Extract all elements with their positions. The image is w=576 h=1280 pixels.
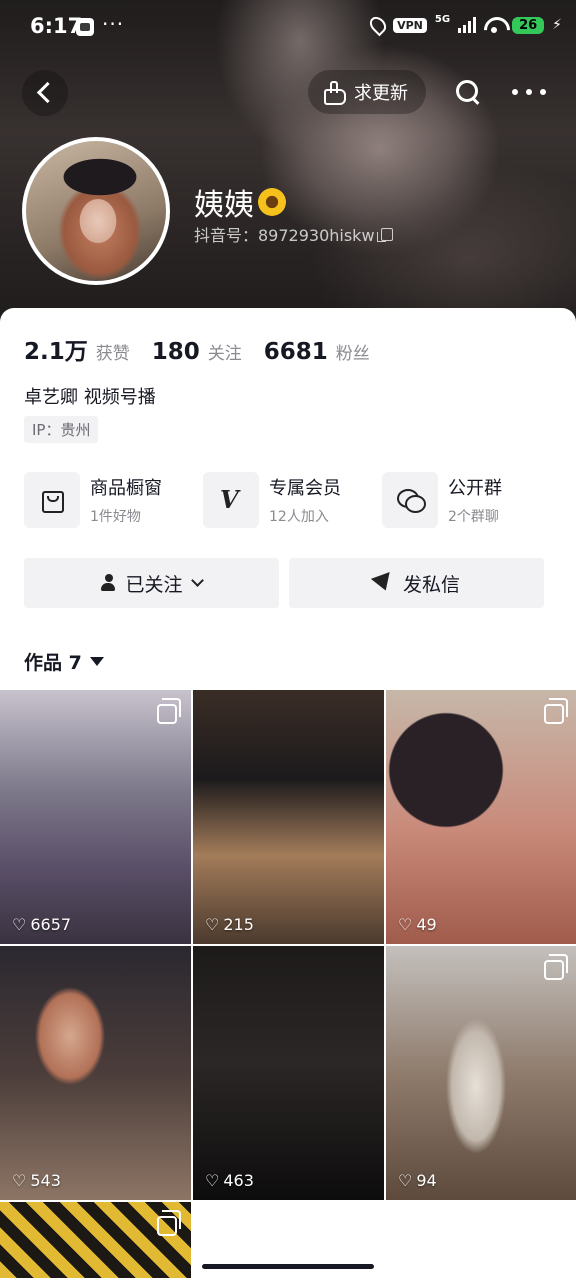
video-tile[interactable]: ♡ 543 bbox=[0, 946, 191, 1200]
stat-likes[interactable]: 2.1万 获赞 bbox=[24, 332, 130, 366]
multi-image-icon bbox=[157, 698, 181, 724]
request-update-label: 求更新 bbox=[354, 83, 408, 104]
group-chat-icon bbox=[382, 472, 438, 528]
send-icon bbox=[370, 572, 396, 594]
more-options-button[interactable] bbox=[512, 80, 546, 104]
feature-shop-window[interactable]: 商品橱窗 1件好物 bbox=[24, 472, 194, 528]
send-message-label: 发私信 bbox=[402, 573, 460, 596]
ip-location-tag: IP：贵州 bbox=[24, 416, 99, 443]
video-tile[interactable]: ♡ 463 bbox=[193, 946, 384, 1200]
feature-subtitle: 1件好物 bbox=[90, 509, 141, 525]
multi-image-icon bbox=[544, 698, 568, 724]
chevron-down-icon bbox=[190, 573, 204, 587]
network-type: 5G bbox=[434, 13, 451, 25]
shopping-bag-icon bbox=[24, 472, 80, 528]
heart-icon: ♡ bbox=[12, 1171, 27, 1190]
stat-num: 6681 bbox=[263, 339, 328, 365]
video-tile[interactable]: ♡ 215 bbox=[193, 690, 384, 944]
request-update-button[interactable]: 求更新 bbox=[308, 70, 426, 114]
location-icon bbox=[366, 13, 390, 37]
charging-icon: ⚡ bbox=[552, 17, 562, 33]
signal-icon bbox=[458, 17, 477, 33]
tile-likes: ♡ 6657 bbox=[12, 915, 71, 934]
douyin-id[interactable]: 抖音号：8972930hiskw bbox=[194, 222, 393, 246]
feature-public-group[interactable]: 公开群 2个群聊 bbox=[382, 472, 552, 528]
profile-bio: 卓艺卿 视频号播 bbox=[24, 387, 156, 408]
tile-likes: ♡ 463 bbox=[205, 1171, 254, 1190]
send-message-button[interactable]: 发私信 bbox=[289, 558, 544, 608]
avatar[interactable] bbox=[22, 137, 170, 285]
feature-membership[interactable]: 专属会员 12人加入 bbox=[203, 472, 373, 528]
stat-followers[interactable]: 6681 粉丝 bbox=[264, 339, 370, 365]
wifi-icon bbox=[484, 17, 504, 33]
video-tile[interactable]: ♡ 94 bbox=[386, 946, 576, 1200]
thumb-hand-icon bbox=[322, 81, 346, 105]
video-tile[interactable]: ♡ 6657 bbox=[0, 690, 191, 944]
stat-following[interactable]: 180 关注 bbox=[152, 339, 242, 365]
status-time: 6:17 bbox=[30, 14, 83, 38]
feature-title: 专属会员 bbox=[269, 478, 341, 499]
profile-name-text: 姨姨 bbox=[194, 188, 254, 223]
tile-likes: ♡ 543 bbox=[12, 1171, 61, 1190]
battery-level: 26 bbox=[512, 16, 545, 34]
stat-label: 关注 bbox=[207, 344, 242, 364]
person-icon bbox=[101, 574, 119, 592]
tile-likes: ♡ 215 bbox=[205, 915, 254, 934]
profile-name: 姨姨 bbox=[194, 180, 286, 224]
heart-icon: ♡ bbox=[398, 915, 413, 934]
action-buttons: 已关注 发私信 bbox=[24, 558, 544, 608]
feature-title: 公开群 bbox=[448, 478, 502, 499]
multi-image-icon bbox=[544, 954, 568, 980]
tile-likes: ♡ 94 bbox=[398, 1171, 437, 1190]
feature-entries: 商品橱窗 1件好物 专属会员 12人加入 公开群 2个群聊 bbox=[24, 472, 552, 528]
notification-app-icon bbox=[76, 18, 94, 36]
stats-row: 2.1万 获赞 180 关注 6681 粉丝 bbox=[24, 332, 370, 366]
status-bar: 6:17 ··· VPN 5G 26 ⚡ bbox=[0, 0, 576, 56]
search-button[interactable] bbox=[452, 76, 484, 108]
feature-title: 商品橱窗 bbox=[90, 478, 162, 499]
heart-icon: ♡ bbox=[12, 915, 27, 934]
like-count: 463 bbox=[223, 1171, 254, 1190]
sunflower-emoji-icon bbox=[258, 188, 286, 216]
stat-label: 粉丝 bbox=[335, 344, 370, 364]
vpn-badge: VPN bbox=[393, 17, 427, 33]
back-button[interactable] bbox=[22, 70, 68, 116]
home-indicator[interactable] bbox=[202, 1264, 374, 1269]
like-count: 543 bbox=[30, 1171, 61, 1190]
caret-down-icon bbox=[89, 657, 104, 666]
tile-likes: ♡ 49 bbox=[398, 915, 437, 934]
works-label: 作品 7 bbox=[24, 652, 82, 674]
followed-button[interactable]: 已关注 bbox=[24, 558, 279, 608]
stat-num: 2.1万 bbox=[24, 339, 88, 365]
like-count: 6657 bbox=[30, 915, 72, 934]
video-tile[interactable]: ♡ 49 bbox=[386, 690, 576, 944]
heart-icon: ♡ bbox=[205, 1171, 220, 1190]
heart-icon: ♡ bbox=[398, 1171, 413, 1190]
status-indicators: VPN 5G 26 ⚡ bbox=[366, 13, 562, 37]
multi-image-icon bbox=[157, 1210, 181, 1236]
stat-num: 180 bbox=[151, 339, 200, 365]
works-tab[interactable]: 作品 7 bbox=[24, 648, 104, 675]
feature-subtitle: 2个群聊 bbox=[448, 509, 499, 525]
heart-icon: ♡ bbox=[205, 915, 220, 934]
v-member-icon bbox=[203, 472, 259, 528]
copy-icon[interactable] bbox=[376, 227, 393, 242]
feature-subtitle: 12人加入 bbox=[269, 509, 329, 525]
douyin-id-text: 抖音号：8972930hiskw bbox=[194, 226, 375, 245]
like-count: 94 bbox=[416, 1171, 437, 1190]
works-grid: ♡ 6657 ♡ 215 ♡ 49 ♡ 543 ♡ 463 ♡ 94 bbox=[0, 690, 576, 1278]
like-count: 49 bbox=[416, 915, 437, 934]
video-tile[interactable] bbox=[0, 1202, 191, 1278]
stat-label: 获赞 bbox=[95, 344, 130, 364]
more-notifications-icon: ··· bbox=[102, 12, 125, 36]
followed-label: 已关注 bbox=[125, 573, 183, 596]
like-count: 215 bbox=[223, 915, 254, 934]
